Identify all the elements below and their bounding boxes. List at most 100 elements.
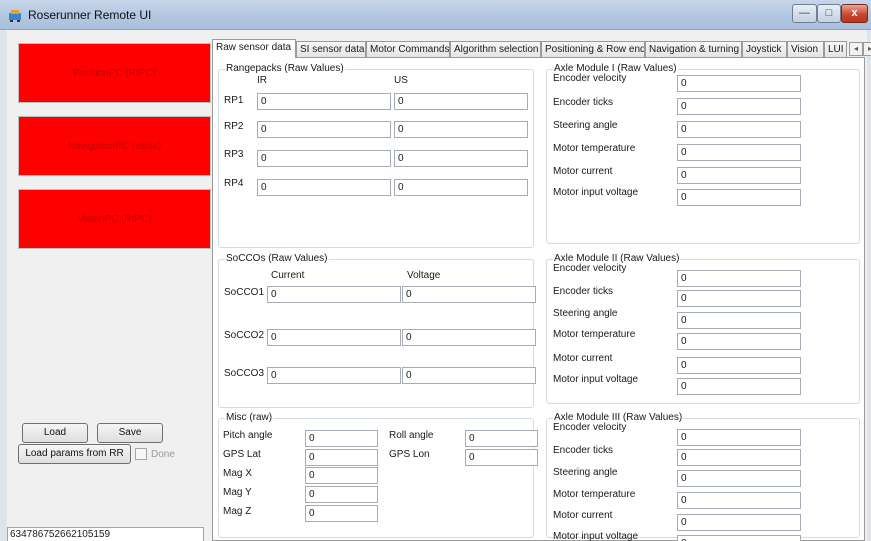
roll-angle-field[interactable]: 0 — [465, 430, 538, 447]
axle2-motor-current-label: Motor current — [553, 353, 613, 364]
axle3-motor-temperature-field[interactable]: 0 — [677, 492, 801, 509]
tab-joystick[interactable]: Joystick — [742, 41, 787, 57]
voltage-header: Voltage — [407, 270, 441, 281]
socco2-label: SoCCO2 — [224, 330, 265, 341]
misc-title: Misc (raw) — [225, 412, 274, 424]
minimize-icon: — — [799, 7, 810, 19]
rp3-us-field[interactable]: 0 — [394, 150, 528, 167]
axle3-motor-current-label: Motor current — [553, 510, 613, 521]
done-label: Done — [151, 448, 175, 460]
axle1-encoder-ticks-label: Encoder ticks — [553, 97, 614, 108]
axle-module-3-group: Axle Module III (Raw Values) Encoder vel… — [546, 412, 860, 541]
gps-lon-field[interactable]: 0 — [465, 449, 538, 466]
socco1-label: SoCCO1 — [224, 287, 265, 298]
socco3-voltage-field[interactable]: 0 — [402, 367, 536, 384]
gps-lat-field[interactable]: 0 — [305, 449, 378, 466]
axle1-encoder-ticks-field[interactable]: 0 — [677, 98, 801, 115]
axle3-encoder-ticks-field[interactable]: 0 — [677, 449, 801, 466]
axle1-motor-temperature-field[interactable]: 0 — [677, 144, 801, 161]
axle2-motor-temperature-label: Motor temperature — [553, 329, 636, 340]
mag-y-field[interactable]: 0 — [305, 486, 378, 503]
maximize-icon: □ — [825, 7, 833, 19]
axle2-motor-input-voltage-field[interactable]: 0 — [677, 378, 801, 395]
minimize-button[interactable]: — — [792, 4, 817, 23]
socco2-current-field[interactable]: 0 — [267, 329, 401, 346]
tab-scroll-left-icon[interactable]: ◂ — [849, 42, 863, 56]
close-button[interactable]: x — [841, 4, 868, 23]
roll-angle-label: Roll angle — [389, 430, 434, 441]
axle3-encoder-ticks-label: Encoder ticks — [553, 445, 614, 456]
tab-algorithm-selection[interactable]: Algorithm selection — [450, 41, 541, 57]
axle3-steering-angle-field[interactable]: 0 — [677, 470, 801, 487]
axle2-motor-temperature-field[interactable]: 0 — [677, 333, 801, 350]
axle2-steering-angle-label: Steering angle — [553, 308, 618, 319]
pitch-angle-field[interactable]: 0 — [305, 430, 378, 447]
rp2-us-field[interactable]: 0 — [394, 121, 528, 138]
rp4-ir-field[interactable]: 0 — [257, 179, 391, 196]
tab-si-sensor-data[interactable]: SI sensor data — [296, 41, 366, 57]
axle1-motor-input-voltage-label: Motor input voltage — [553, 187, 639, 198]
axle1-motor-input-voltage-field[interactable]: 0 — [677, 189, 801, 206]
navigation-pc-status[interactable]: NavigationPC (eBox) — [18, 116, 211, 176]
rangepacks-group: Rangepacks (Raw Values) IR US RP1 0 0 RP… — [218, 63, 534, 248]
mag-x-field[interactable]: 0 — [305, 467, 378, 484]
axle2-encoder-velocity-field[interactable]: 0 — [677, 270, 801, 287]
axle3-motor-input-voltage-field[interactable]: 0 — [677, 535, 801, 541]
socco2-voltage-field[interactable]: 0 — [402, 329, 536, 346]
save-button[interactable]: Save — [97, 423, 163, 443]
raw-sensor-data-panel: Rangepacks (Raw Values) IR US RP1 0 0 RP… — [212, 57, 865, 541]
socco1-voltage-field[interactable]: 0 — [402, 286, 536, 303]
rp3-ir-field[interactable]: 0 — [257, 150, 391, 167]
pitch-angle-label: Pitch angle — [223, 430, 273, 441]
axle2-steering-angle-field[interactable]: 0 — [677, 312, 801, 329]
axle1-steering-angle-field[interactable]: 0 — [677, 121, 801, 138]
done-checkbox[interactable] — [135, 448, 147, 460]
axle3-motor-input-voltage-label: Motor input voltage — [553, 531, 639, 541]
axle1-encoder-velocity-field[interactable]: 0 — [677, 75, 801, 92]
axle2-encoder-ticks-label: Encoder ticks — [553, 286, 614, 297]
axle3-motor-current-field[interactable]: 0 — [677, 514, 801, 531]
axle1-motor-current-field[interactable]: 0 — [677, 167, 801, 184]
axle-module-1-group: Axle Module I (Raw Values) Encoder veloc… — [546, 63, 860, 244]
current-header: Current — [271, 270, 305, 281]
mag-x-label: Mag X — [223, 468, 252, 479]
rp1-us-field[interactable]: 0 — [394, 93, 528, 110]
window-title: Roserunner Remote UI — [28, 8, 152, 22]
load-button[interactable]: Load — [22, 423, 88, 443]
rp4-us-field[interactable]: 0 — [394, 179, 528, 196]
tab-vision[interactable]: Vision — [787, 41, 824, 57]
socco1-current-field[interactable]: 0 — [267, 286, 401, 303]
vision-pc-status[interactable]: VisionPC (RtPC) — [18, 189, 211, 249]
axle2-encoder-ticks-field[interactable]: 0 — [677, 290, 801, 307]
rp1-ir-field[interactable]: 0 — [257, 93, 391, 110]
position-pc-status[interactable]: PositionPC (RtPC) — [18, 43, 211, 103]
soccos-group: SoCCOs (Raw Values) Current Voltage SoCC… — [218, 253, 536, 408]
tab-lui[interactable]: LUI — [824, 41, 847, 57]
done-checkbox-wrap[interactable]: Done — [135, 448, 175, 460]
navigation-pc-label: NavigationPC (eBox) — [67, 140, 162, 152]
tab-raw-sensor-data[interactable]: Raw sensor data — [212, 39, 296, 58]
rangepacks-title: Rangepacks (Raw Values) — [225, 63, 345, 75]
status-field[interactable]: 634786752662105159 — [7, 527, 204, 541]
rp1-label: RP1 — [224, 95, 244, 106]
mag-y-label: Mag Y — [223, 487, 252, 498]
tab-navigation-turning[interactable]: Navigation & turning — [645, 41, 742, 57]
tab-scroll-right-icon[interactable]: ▸ — [863, 42, 871, 56]
axle3-encoder-velocity-label: Encoder velocity — [553, 422, 627, 433]
axle3-encoder-velocity-field[interactable]: 0 — [677, 429, 801, 446]
misc-group: Misc (raw) Pitch angle 0 Roll angle 0 GP… — [218, 412, 538, 538]
gps-lon-label: GPS Lon — [389, 449, 430, 460]
ir-header: IR — [257, 75, 267, 86]
load-params-button[interactable]: Load params from RR — [18, 444, 131, 464]
rp4-label: RP4 — [224, 178, 244, 189]
maximize-button[interactable]: □ — [817, 4, 841, 23]
socco3-current-field[interactable]: 0 — [267, 367, 401, 384]
mag-z-field[interactable]: 0 — [305, 505, 378, 522]
gps-lat-label: GPS Lat — [223, 449, 261, 460]
axle2-motor-current-field[interactable]: 0 — [677, 357, 801, 374]
tab-motor-commands[interactable]: Motor Commands — [366, 41, 450, 57]
tab-positioning-row-end[interactable]: Positioning & Row end — [541, 41, 645, 57]
axle2-encoder-velocity-label: Encoder velocity — [553, 263, 627, 274]
title-bar[interactable]: Roserunner Remote UI — □ x — [0, 0, 871, 30]
rp2-ir-field[interactable]: 0 — [257, 121, 391, 138]
